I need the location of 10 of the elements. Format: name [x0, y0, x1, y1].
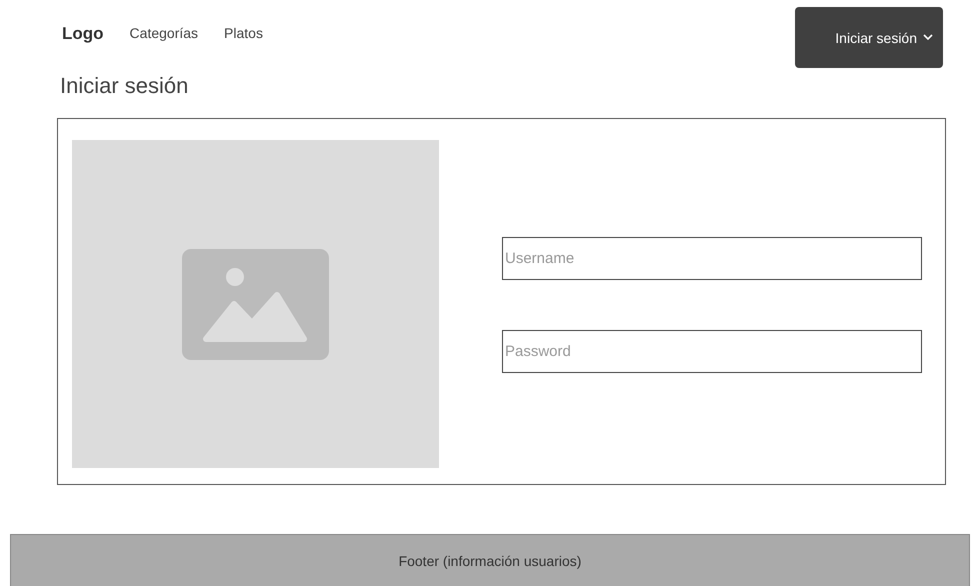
page-title: Iniciar sesión: [60, 73, 188, 99]
input-field[interactable]: Username: [502, 236, 922, 280]
caret-icon: [923, 34, 933, 41]
footer-text: Footer (información usuarios): [398, 553, 582, 569]
nav-link[interactable]: Categorías: [130, 25, 198, 41]
nav-link[interactable]: Platos: [224, 25, 263, 41]
logo[interactable]: Logo: [62, 24, 104, 44]
input-field[interactable]: Password: [502, 330, 922, 372]
image-icon: [182, 248, 329, 360]
login-menu-button[interactable]: Iniciar sesión: [795, 7, 943, 68]
